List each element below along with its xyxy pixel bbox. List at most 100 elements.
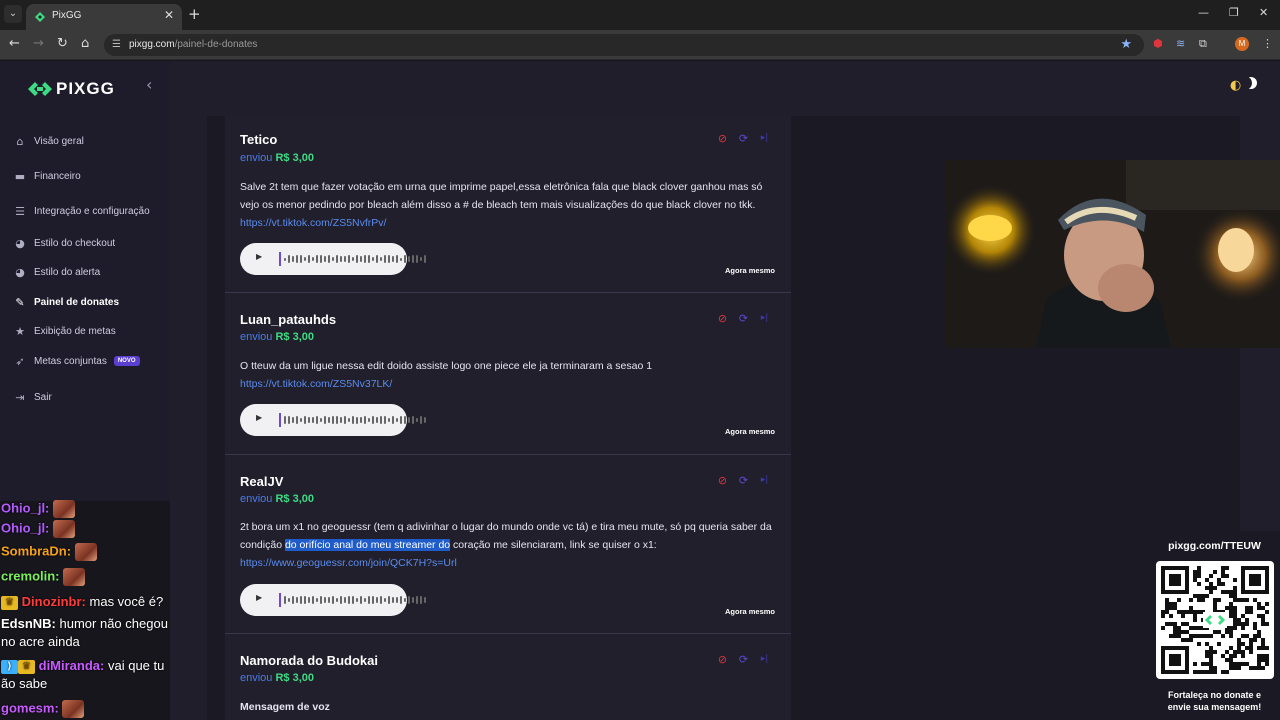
qr-module bbox=[1233, 590, 1237, 594]
sidebar-item-integracao[interactable]: ☰ Integração e configuração bbox=[13, 201, 150, 221]
qr-module bbox=[1229, 594, 1233, 598]
donation-message: 2t bora um x1 no geoguessr (tem q adivin… bbox=[240, 521, 772, 569]
sun-icon[interactable]: ◐ bbox=[1230, 78, 1241, 93]
sidebar-item-estilo-alerta[interactable]: ◕ Estilo do alerta bbox=[13, 262, 100, 282]
waveform[interactable] bbox=[284, 413, 426, 427]
extensions-puzzle-icon[interactable]: ⧉ bbox=[1199, 37, 1207, 51]
playhead[interactable] bbox=[279, 413, 281, 427]
skip-icon[interactable]: ▸| bbox=[758, 474, 771, 487]
home-icon: ⌂ bbox=[16, 134, 24, 148]
home-browser-icon[interactable]: ⌂ bbox=[81, 36, 89, 51]
sidebar-item-metas-conjuntas[interactable]: ➶ Metas conjuntas NOVO bbox=[13, 351, 140, 371]
emote-icon bbox=[74, 543, 97, 561]
restore-icon[interactable]: ❐ bbox=[1229, 6, 1239, 19]
playhead[interactable] bbox=[279, 593, 281, 607]
extension-shield-icon[interactable]: ⬢ bbox=[1153, 37, 1163, 50]
extension-wave-icon[interactable]: ≋ bbox=[1176, 37, 1185, 50]
play-icon[interactable]: ▶ bbox=[256, 252, 262, 261]
qr-module bbox=[1241, 614, 1245, 618]
qr-module bbox=[1177, 598, 1181, 602]
window-close-icon[interactable]: ✕ bbox=[1259, 6, 1268, 19]
qr-module bbox=[1261, 658, 1265, 662]
qr-module bbox=[1221, 670, 1225, 674]
sidebar-item-painel-donates[interactable]: ✎ Painel de donates bbox=[13, 292, 119, 312]
waveform-bar bbox=[420, 415, 422, 425]
waveform-bar bbox=[316, 415, 318, 425]
block-icon[interactable]: ⊘ bbox=[716, 474, 729, 487]
message-link[interactable]: https://www.geoguessr.com/join/QCK7H?s=U… bbox=[240, 557, 457, 569]
qr-module bbox=[1265, 622, 1269, 626]
audio-player[interactable]: ▶ bbox=[240, 243, 426, 275]
waveform-bar bbox=[332, 416, 334, 424]
bookmark-star-icon[interactable]: ★ bbox=[1120, 37, 1132, 52]
sidebar-item-financeiro[interactable]: ▬ Financeiro bbox=[13, 166, 81, 186]
waveform-bar bbox=[304, 596, 306, 604]
collapse-sidebar-icon[interactable]: ‹ bbox=[146, 75, 152, 94]
topbar: ◐ bbox=[170, 61, 1280, 116]
sidebar-item-visao-geral[interactable]: ⌂ Visão geral bbox=[13, 131, 84, 151]
waveform-bar bbox=[336, 254, 338, 264]
back-icon[interactable]: ← bbox=[9, 36, 20, 51]
waveform-bar bbox=[292, 417, 294, 423]
qr-module bbox=[1257, 646, 1261, 650]
waveform-bar bbox=[312, 595, 314, 605]
waveform-bar bbox=[316, 598, 318, 602]
block-icon[interactable]: ⊘ bbox=[716, 312, 729, 325]
replay-icon[interactable]: ⟳ bbox=[737, 653, 750, 666]
qr-module bbox=[1241, 654, 1245, 658]
play-icon[interactable]: ▶ bbox=[256, 593, 262, 602]
reload-icon[interactable]: ↻ bbox=[57, 36, 68, 51]
sidebar-item-sair[interactable]: ⇥ Sair bbox=[13, 387, 51, 407]
profile-avatar[interactable]: M bbox=[1235, 37, 1249, 51]
replay-icon[interactable]: ⟳ bbox=[737, 312, 750, 325]
skip-icon[interactable]: ▸| bbox=[758, 132, 771, 145]
sidebar-item-exibicao-metas[interactable]: ★ Exibição de metas bbox=[13, 321, 116, 341]
qr-module bbox=[1165, 610, 1169, 614]
playhead[interactable] bbox=[279, 252, 281, 266]
pixgg-logo[interactable]: PIXGG bbox=[28, 79, 115, 99]
sidebar-item-estilo-checkout[interactable]: ◕ Estilo do checkout bbox=[13, 233, 115, 253]
tab-close-icon[interactable]: ✕ bbox=[164, 8, 174, 22]
site-info-icon[interactable]: ☰ bbox=[112, 39, 124, 51]
play-icon[interactable]: ▶ bbox=[256, 413, 262, 422]
donation-time: Agora mesmo bbox=[724, 427, 775, 436]
audio-player[interactable]: ▶ bbox=[240, 404, 426, 436]
new-tab-icon[interactable]: + bbox=[188, 5, 201, 23]
crown-badge-icon: ♛ bbox=[18, 659, 35, 674]
message-link[interactable]: https://vt.tiktok.com/ZS5NvfrPv/ bbox=[240, 217, 386, 229]
tab-search-button[interactable]: ⌄ bbox=[4, 5, 22, 23]
skip-icon[interactable]: ▸| bbox=[758, 653, 771, 666]
minimize-icon[interactable]: — bbox=[1198, 6, 1209, 19]
qr-module bbox=[1209, 658, 1213, 662]
qr-module bbox=[1221, 634, 1225, 638]
qr-module bbox=[1225, 606, 1229, 610]
skip-icon[interactable]: ▸| bbox=[758, 312, 771, 325]
waveform-bar bbox=[388, 595, 390, 605]
qr-module bbox=[1185, 622, 1189, 626]
waveform[interactable] bbox=[284, 252, 426, 266]
dark-mode-toggle-icon[interactable] bbox=[1242, 77, 1257, 89]
qr-finder bbox=[1169, 654, 1181, 666]
waveform-bar bbox=[324, 256, 326, 262]
message-link[interactable]: https://vt.tiktok.com/ZS5Nv37LK/ bbox=[240, 378, 392, 390]
qr-module bbox=[1245, 598, 1249, 602]
block-icon[interactable]: ⊘ bbox=[716, 653, 729, 666]
tab-title: PixGG bbox=[52, 10, 82, 21]
donation-actions: ⊘ ⟳ ▸| bbox=[716, 312, 771, 325]
address-bar[interactable]: ☰ pixgg.com/painel-de-donates ★ bbox=[104, 34, 1144, 56]
qr-module bbox=[1237, 638, 1241, 642]
menu-kebab-icon[interactable]: ⋮ bbox=[1262, 37, 1273, 50]
waveform-bar bbox=[352, 415, 354, 425]
qr-module bbox=[1245, 634, 1249, 638]
qr-code[interactable] bbox=[1156, 561, 1274, 679]
qr-module bbox=[1237, 618, 1241, 622]
waveform[interactable] bbox=[284, 593, 426, 607]
replay-icon[interactable]: ⟳ bbox=[737, 132, 750, 145]
browser-tab[interactable]: PixGG ✕ bbox=[26, 4, 182, 30]
qr-module bbox=[1193, 574, 1197, 578]
qr-module bbox=[1229, 634, 1233, 638]
block-icon[interactable]: ⊘ bbox=[716, 132, 729, 145]
forward-icon[interactable]: → bbox=[33, 36, 44, 51]
replay-icon[interactable]: ⟳ bbox=[737, 474, 750, 487]
audio-player[interactable]: ▶ bbox=[240, 584, 426, 616]
